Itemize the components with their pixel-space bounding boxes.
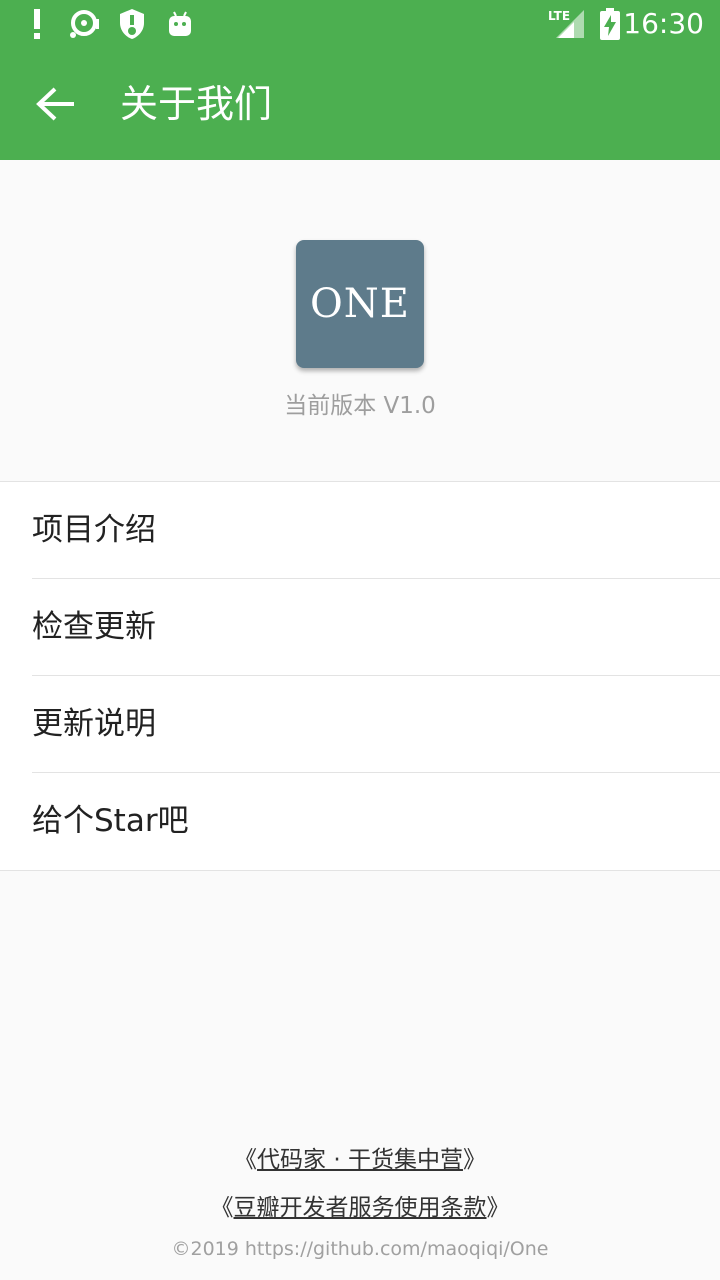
menu-item-check-update[interactable]: 检查更新 <box>0 579 720 676</box>
bracket-open: 《 <box>234 1147 258 1173</box>
sync-icon <box>66 8 102 40</box>
back-button[interactable] <box>22 70 90 138</box>
arrow-left-icon <box>36 87 74 121</box>
battery-charging-icon <box>598 8 622 40</box>
network-label: LTE <box>548 9 570 23</box>
clock: 16:30 <box>623 7 704 40</box>
gank-terms-link[interactable]: 《代码家 · 干货集中营》 <box>0 1140 720 1174</box>
douban-terms-link[interactable]: 《豆瓣开发者服务使用条款》 <box>0 1188 720 1222</box>
app-logo: ONE <box>296 240 424 368</box>
menu-item-project-intro[interactable]: 项目介绍 <box>0 482 720 579</box>
signal-icon: LTE <box>548 8 588 40</box>
gank-terms-link-text: 代码家 · 干货集中营 <box>257 1147 463 1173</box>
menu-item-label: 检查更新 <box>32 609 156 645</box>
about-menu: 项目介绍 检查更新 更新说明 给个Star吧 <box>0 482 720 871</box>
app-toolbar: 关于我们 <box>0 48 720 160</box>
menu-item-label: 更新说明 <box>32 706 156 742</box>
page-title: 关于我们 <box>120 82 273 126</box>
bracket-close: 》 <box>462 1147 486 1173</box>
menu-item-label: 项目介绍 <box>32 512 156 548</box>
version-label: 当前版本 V1.0 <box>284 393 436 419</box>
bracket-open: 《 <box>210 1195 234 1221</box>
douban-terms-link-text: 豆瓣开发者服务使用条款 <box>233 1195 487 1221</box>
copyright-text: ©2019 https://github.com/maoqiqi/One <box>171 1238 549 1260</box>
menu-item-label: 给个Star吧 <box>32 803 189 839</box>
app-logo-text: ONE <box>310 281 410 327</box>
menu-item-changelog[interactable]: 更新说明 <box>0 676 720 773</box>
alert-icon <box>26 8 48 40</box>
menu-item-give-star[interactable]: 给个Star吧 <box>0 773 720 870</box>
android-icon <box>166 8 194 40</box>
bracket-close: 》 <box>486 1195 510 1221</box>
about-header: ONE 当前版本 V1.0 <box>0 160 720 482</box>
shield-icon <box>116 8 148 40</box>
status-bar: LTE 16:30 <box>0 0 720 48</box>
